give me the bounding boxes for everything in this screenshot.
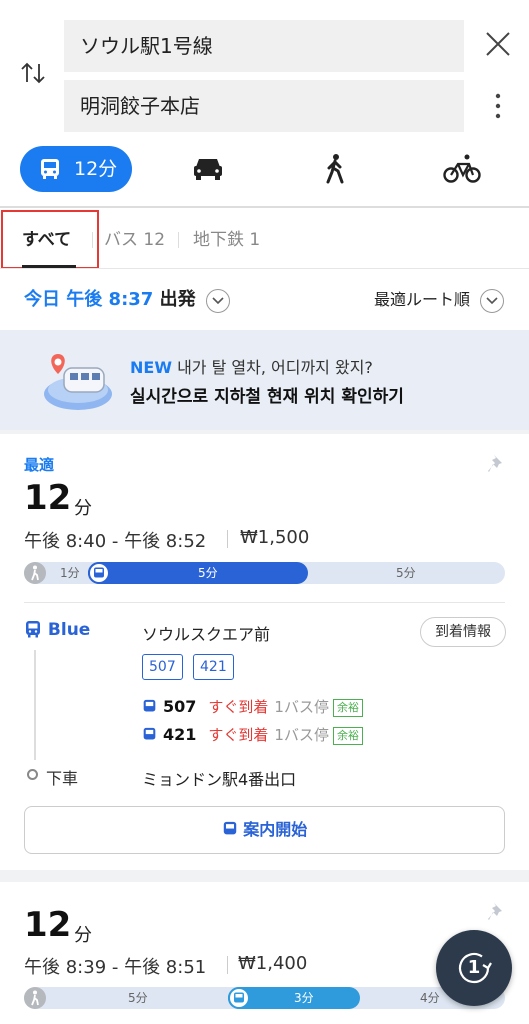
tab-bus[interactable]: バス 12 — [104, 228, 165, 252]
route1-time-range: 午後 8:40 - 午後 8:52 — [24, 531, 207, 552]
tab-separator — [178, 232, 179, 248]
departure-clock: 午後 8:37 — [66, 289, 154, 310]
route1-seg3-label: 5分 — [396, 566, 416, 580]
banner-new-tag: NEW — [130, 358, 172, 377]
route2-seg2-label: 3分 — [294, 991, 314, 1005]
sort-dropdown-button[interactable] — [480, 289, 504, 313]
header-divider — [0, 206, 529, 208]
route1-duration-unit: 分 — [74, 498, 92, 519]
pin-icon[interactable] — [486, 453, 508, 475]
destination-input[interactable]: 明洞餃子本店 — [64, 80, 464, 132]
bus-icon — [143, 727, 156, 740]
route1-seg2-label: 5分 — [198, 566, 218, 580]
route2-seg1-label: 5分 — [128, 991, 148, 1005]
best-route-tag: 最適 — [24, 456, 55, 474]
fare-separator — [227, 530, 228, 548]
chevron-down-icon — [212, 297, 224, 305]
mode-transit-button[interactable]: 12分 — [20, 146, 132, 192]
alight-dot-icon — [27, 769, 38, 780]
walk-icon[interactable] — [316, 150, 356, 188]
route1-divider — [24, 602, 505, 603]
swap-icon[interactable] — [18, 58, 48, 88]
sort-label[interactable]: 最適ルート順 — [374, 288, 470, 312]
walk-segment-icon — [24, 562, 46, 584]
route-number-badge[interactable]: 507 — [142, 654, 183, 680]
pin-icon[interactable] — [486, 901, 508, 923]
tab-separator — [92, 232, 93, 248]
alight-label: 下車 — [46, 769, 79, 788]
tabs-divider — [0, 268, 529, 269]
fare-separator — [227, 956, 228, 974]
route2-duration: 12 — [24, 905, 72, 945]
more-vertical-icon[interactable] — [488, 92, 508, 120]
route2-duration-unit: 分 — [74, 925, 92, 946]
arrival-status: すぐ到着 — [208, 726, 269, 744]
banner-headline: NEW 내가 탈 열차, 어디까지 왔지? — [130, 354, 373, 378]
bus-icon — [234, 992, 244, 1003]
section-gap — [0, 430, 529, 434]
alight-stop-name: ミョンドン駅4番出口 — [142, 770, 297, 789]
arrival-row: 507 すぐ到着 1バス停 余裕 — [142, 696, 363, 718]
bus-icon — [94, 567, 104, 578]
close-icon[interactable] — [484, 30, 512, 58]
banner-line1: 내가 탈 열차, 어디까지 왔지? — [177, 358, 373, 377]
bus-segment-icon — [88, 562, 110, 584]
arrival-stops: 1バス停 — [274, 698, 329, 716]
walk-icon — [31, 990, 39, 1006]
chevron-down-icon — [486, 297, 498, 305]
arrival-bus-number: 507 — [163, 697, 197, 716]
route1-seg1-label: 1分 — [60, 566, 80, 580]
route2-fare: ₩1,400 — [238, 953, 308, 974]
board-stop-name: ソウルスクエア前 — [142, 625, 271, 644]
arrival-row: 421 すぐ到着 1バス停 余裕 — [142, 724, 363, 746]
walk-segment-icon — [24, 987, 46, 1009]
arrival-info-button[interactable]: 到着情報 — [420, 617, 506, 647]
route1-fare: ₩1,500 — [240, 527, 310, 548]
tab-all[interactable]: すべて — [22, 228, 71, 252]
route2-time-range: 午後 8:39 - 午後 8:51 — [24, 957, 207, 978]
route-number-badge[interactable]: 421 — [193, 654, 234, 680]
origin-input[interactable]: ソウル駅1号線 — [64, 20, 464, 72]
departure-day: 今日 — [24, 289, 60, 310]
bus-icon — [26, 621, 40, 638]
walk-icon — [31, 565, 39, 581]
arrival-stops: 1バス停 — [274, 726, 329, 744]
start-guidance-button[interactable]: 案内開始 — [24, 806, 505, 854]
floating-refresh-button[interactable]: 1 — [436, 930, 512, 1006]
mode-transit-label: 12分 — [74, 158, 118, 180]
bus-line-name: Blue — [47, 620, 91, 640]
crowd-badge: 余裕 — [332, 699, 363, 717]
crowd-badge: 余裕 — [332, 727, 363, 745]
bus-segment-icon — [228, 987, 250, 1009]
bus-line-title: Blue — [24, 620, 90, 640]
section-gap — [0, 870, 529, 882]
departure-action: 出発 — [159, 289, 196, 310]
arrival-bus-number: 421 — [163, 725, 197, 744]
bicycle-icon[interactable] — [442, 150, 482, 188]
fab-count: 1 — [467, 957, 481, 978]
route1-duration: 12 — [24, 478, 72, 518]
departure-time[interactable]: 今日 午後 8:37 出発 — [24, 287, 196, 313]
car-icon[interactable] — [188, 150, 228, 188]
start-guidance-label: 案内開始 — [243, 820, 308, 839]
banner-line2: 실시간으로 지하철 현재 위치 확인하기 — [130, 387, 404, 407]
bus-icon — [143, 699, 156, 712]
arrival-status: すぐ到着 — [208, 698, 269, 716]
tab-subway[interactable]: 地下鉄 1 — [193, 228, 260, 252]
promo-banner[interactable]: NEW 내가 탈 열차, 어디까지 왔지? 실시간으로 지하철 현재 위치 확인… — [0, 330, 529, 430]
train-illustration-icon — [44, 354, 112, 410]
route-timeline-line — [34, 650, 36, 760]
departure-dropdown-button[interactable] — [206, 289, 230, 313]
bus-icon — [41, 159, 59, 179]
bus-icon — [223, 821, 236, 835]
